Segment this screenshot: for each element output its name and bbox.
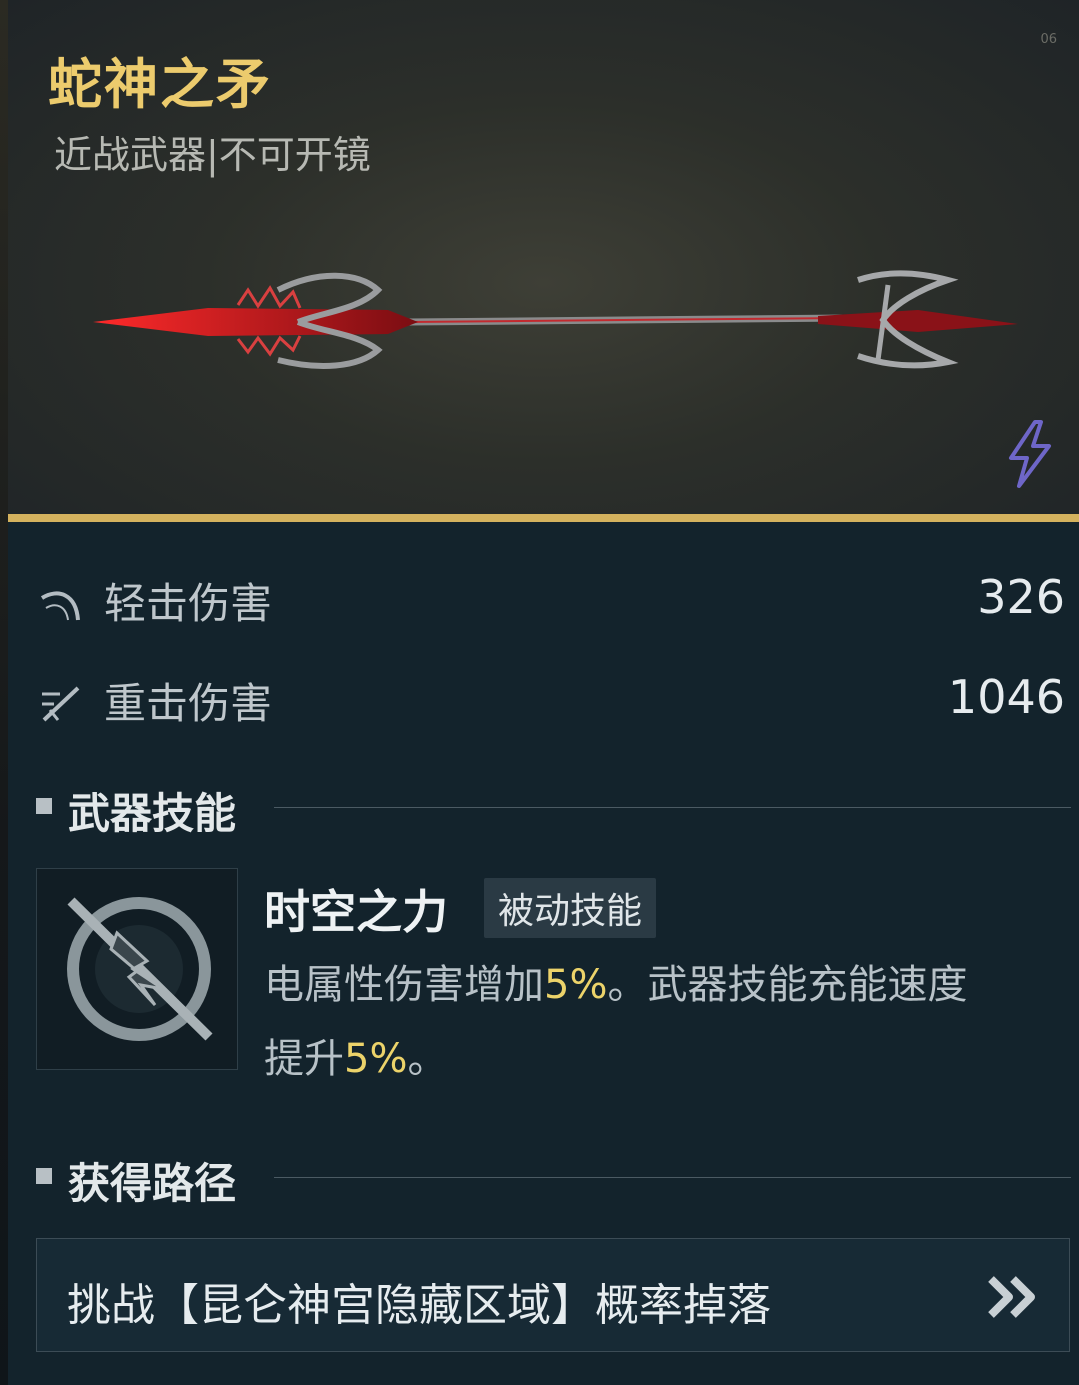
skill-desc-highlight: 5% [344, 1036, 408, 1082]
acquisition-heading: 获得路径 [0, 1146, 1079, 1208]
skill-description: 电属性伤害增加5%。武器技能充能速度提升5%。 [264, 948, 984, 1096]
electric-element-icon [1009, 420, 1051, 488]
stat-row-heavy-attack: 重击伤害 1046 [0, 670, 1079, 730]
time-space-power-icon [67, 897, 213, 1041]
stat-value: 1046 [947, 670, 1065, 724]
skill-type-badge: 被动技能 [484, 878, 657, 938]
stat-label: 重击伤害 [104, 679, 273, 728]
section-bullet [36, 1168, 52, 1184]
acquisition-route-button[interactable]: 挑战【昆仑神宫隐藏区域】概率掉落 [36, 1238, 1070, 1352]
section-title: 武器技能 [68, 789, 237, 838]
header-divider [8, 514, 1079, 522]
skill-icon-frame[interactable] [36, 868, 238, 1070]
stat-row-light-attack: 轻击伤害 326 [0, 570, 1079, 630]
double-chevron-right-icon [988, 1276, 1035, 1318]
weapon-subtitle: 近战武器|不可开镜 [54, 133, 371, 177]
weapon-detail-card: 蛇神之矛 近战武器|不可开镜 06 轻击伤害 326 重击伤害 1046 武器技… [0, 0, 1079, 1385]
skill-name: 时空之力 [264, 885, 448, 939]
weapon-header: 蛇神之矛 近战武器|不可开镜 06 [8, 0, 1079, 514]
corner-mark: 06 [1040, 32, 1057, 47]
skill-desc-highlight: 5% [544, 962, 608, 1008]
acquisition-route-text: 挑战【昆仑神宫隐藏区域】概率掉落 [67, 1280, 771, 1331]
weapon-title: 蛇神之矛 [48, 53, 272, 116]
skill-desc-text: 。 [407, 1036, 448, 1082]
heavy-attack-icon [42, 686, 80, 722]
section-title: 获得路径 [68, 1159, 237, 1208]
stat-value: 326 [977, 570, 1065, 624]
skill-desc-text: 电属性伤害增加 [264, 962, 544, 1008]
spear-image [93, 270, 1018, 369]
weapon-skill-heading: 武器技能 [0, 776, 1079, 838]
light-attack-icon [40, 591, 80, 621]
section-divider [274, 1177, 1071, 1178]
stat-label: 轻击伤害 [104, 579, 273, 628]
section-divider [274, 807, 1071, 808]
section-bullet [36, 798, 52, 814]
